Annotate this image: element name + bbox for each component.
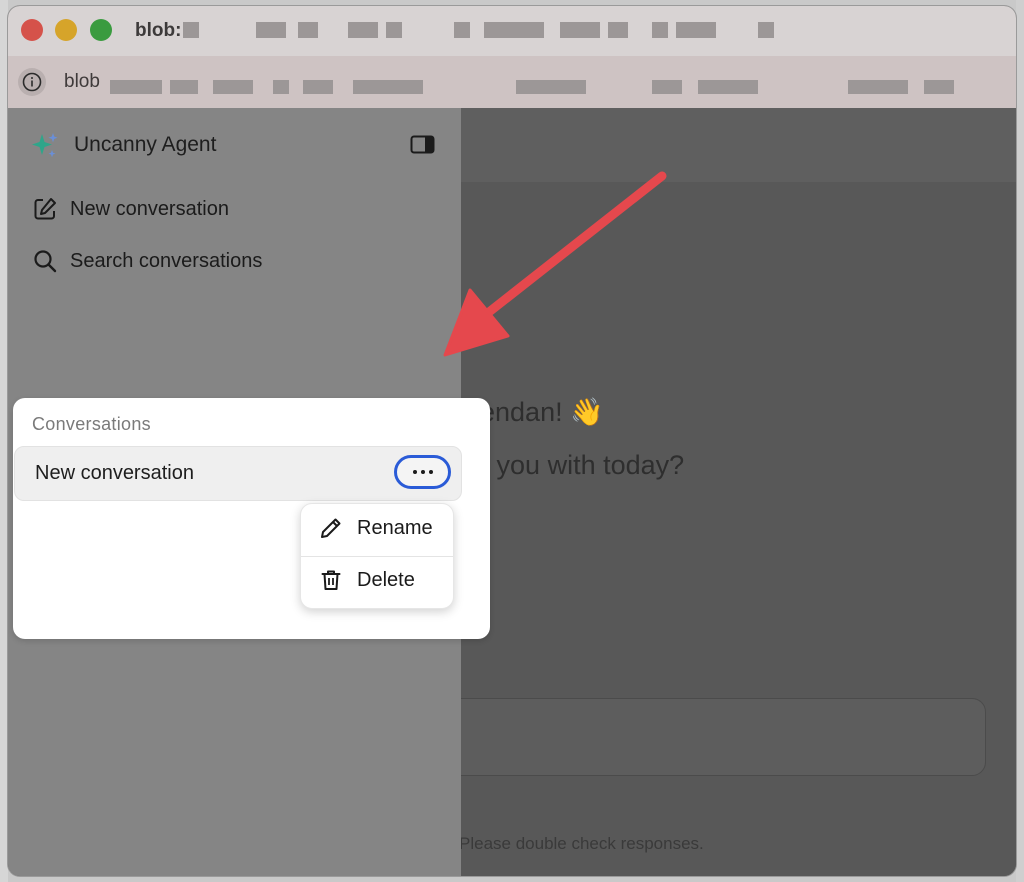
minimize-window-button[interactable]	[55, 19, 77, 41]
trash-icon	[321, 570, 341, 590]
conversation-options-button[interactable]	[394, 455, 451, 489]
main-header	[461, 108, 1016, 182]
new-conversation-button[interactable]: New conversation	[32, 196, 229, 222]
redacted-block	[348, 22, 378, 38]
redacted-block	[353, 80, 423, 94]
redacted-block	[256, 22, 286, 38]
search-icon	[34, 250, 57, 273]
pencil-icon	[321, 518, 341, 538]
close-window-button[interactable]	[21, 19, 43, 41]
redacted-block	[652, 22, 668, 38]
redacted-block	[170, 80, 198, 94]
conversations-heading: Conversations	[32, 414, 151, 434]
address-bar[interactable]: blob	[8, 56, 1016, 108]
chat-main-area: Brendan! 👋 elp you with today? Please do…	[441, 108, 1016, 876]
redacted-block	[560, 22, 600, 38]
redacted-block	[516, 80, 586, 94]
redacted-block	[676, 22, 716, 38]
rename-menu-item[interactable]: Rename	[319, 516, 433, 540]
info-icon[interactable]	[18, 68, 46, 96]
search-conversations-button[interactable]: Search conversations	[32, 248, 262, 274]
disclaimer-text: Please double check responses.	[459, 834, 704, 853]
conversations-panel: Conversations New conversation Rename De…	[13, 398, 490, 639]
search-conversations-label: Search conversations	[70, 249, 263, 272]
redacted-block	[758, 22, 774, 38]
browser-window: blob: blob Brendan! 👋 elp you with today…	[8, 6, 1016, 876]
title-bar: blob:	[8, 6, 1016, 57]
redacted-block	[110, 80, 162, 94]
toggle-sidebar-icon[interactable]	[410, 134, 436, 161]
redacted-block	[303, 80, 333, 94]
conversation-list-item[interactable]: New conversation	[14, 446, 462, 501]
background-window-edge-right	[1016, 0, 1024, 882]
redacted-block	[924, 80, 954, 94]
redacted-block	[273, 80, 289, 94]
chat-input[interactable]	[441, 698, 986, 776]
zoom-window-button[interactable]	[90, 19, 112, 41]
more-dots-icon	[420, 470, 425, 474]
rename-label: Rename	[357, 516, 433, 539]
window-title: blob:	[135, 20, 182, 41]
sparkle-logo-icon	[32, 133, 58, 158]
more-dots-icon	[428, 470, 433, 474]
redacted-block	[698, 80, 758, 94]
redacted-block	[454, 22, 470, 38]
edit-icon	[34, 198, 56, 220]
conversation-context-menu: Rename Delete	[300, 503, 454, 609]
background-window-edge	[0, 0, 8, 882]
more-dots-icon	[412, 470, 417, 474]
delete-label: Delete	[357, 568, 415, 591]
redacted-block	[848, 80, 908, 94]
redacted-block	[652, 80, 682, 94]
redacted-block	[608, 22, 628, 38]
redacted-block	[183, 22, 199, 38]
redacted-block	[298, 22, 318, 38]
redacted-block	[386, 22, 402, 38]
new-conversation-label: New conversation	[70, 197, 229, 220]
sidebar: Uncanny Agent New conversation Search co…	[8, 108, 490, 876]
url-text: blob	[64, 71, 100, 92]
redacted-block	[484, 22, 544, 38]
delete-menu-item[interactable]: Delete	[319, 568, 415, 592]
redacted-block	[213, 80, 253, 94]
brand: Uncanny Agent	[30, 130, 216, 160]
conversation-title: New conversation	[35, 462, 194, 484]
menu-divider	[301, 556, 453, 557]
brand-name: Uncanny Agent	[74, 133, 217, 156]
